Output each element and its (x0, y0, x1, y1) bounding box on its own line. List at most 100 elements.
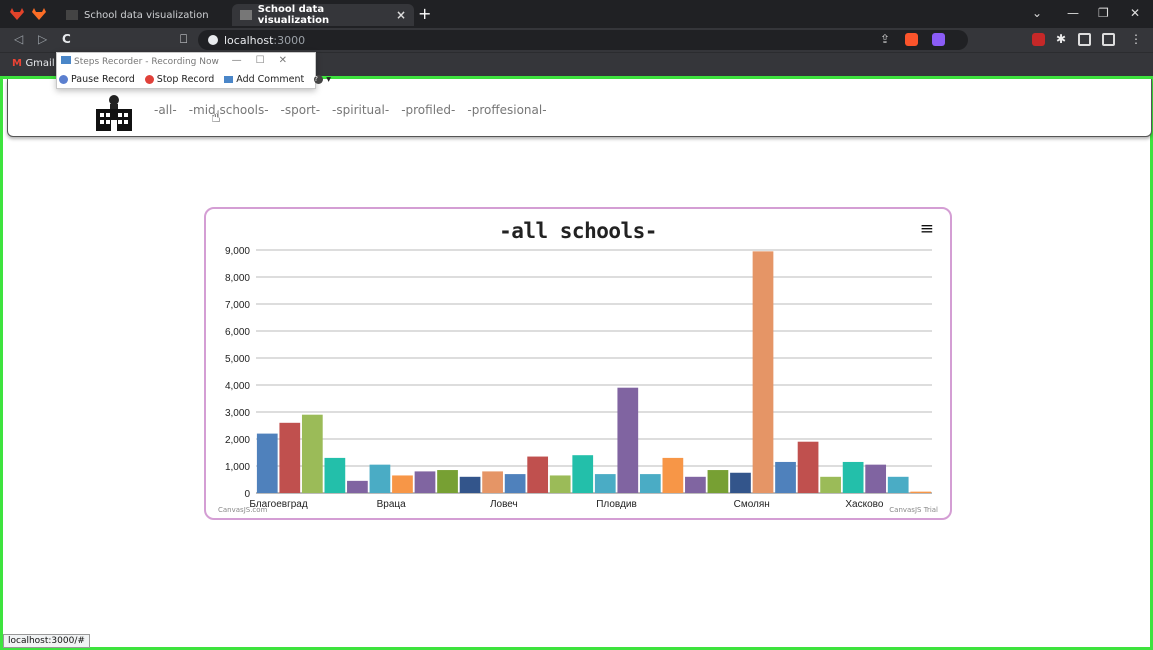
share-icon[interactable]: ⇪ (880, 32, 890, 46)
y-tick-label: 2,000 (225, 435, 250, 446)
help-icon: ? (314, 75, 324, 84)
bar (572, 455, 594, 493)
help-button[interactable]: ? ▾ (314, 74, 331, 85)
restore-icon[interactable]: ❐ (1098, 6, 1109, 20)
bar (347, 480, 368, 493)
chart-title: -all schools- (499, 219, 657, 243)
window-close-icon[interactable]: ✕ (1130, 6, 1140, 20)
bar (707, 470, 729, 493)
bar (369, 464, 391, 493)
new-tab-button[interactable]: + (418, 4, 431, 23)
y-tick-label: 9,000 (225, 246, 250, 257)
x-tick-label: Пловдив (596, 499, 637, 510)
bar (617, 387, 639, 493)
x-tick-label: Смолян (734, 499, 770, 510)
forward-icon[interactable]: ▷ (38, 32, 47, 46)
bar (797, 441, 819, 493)
y-tick-label: 1,000 (225, 462, 250, 473)
gitlab-icon (10, 8, 24, 20)
school-favicon-icon (240, 10, 252, 20)
stop-icon (144, 75, 154, 84)
school-building-icon[interactable] (96, 93, 132, 131)
brave-rewards-icon[interactable] (932, 33, 945, 46)
status-bar-url: localhost:3000/# (3, 634, 90, 648)
y-tick-label: 3,000 (225, 408, 250, 419)
bar (459, 476, 481, 493)
bar (910, 491, 932, 493)
recorder-icon (61, 56, 71, 64)
bar (865, 464, 887, 493)
bookmark-gmail[interactable]: M Gmail (12, 58, 55, 69)
menu-proffesional[interactable]: -proffesional- (467, 103, 546, 117)
minimize-icon[interactable]: — (1067, 6, 1079, 20)
tab-school-data-2[interactable]: School data visualization × (232, 4, 414, 26)
x-tick-label: Ловеч (490, 499, 518, 510)
back-icon[interactable]: ◁ (14, 32, 23, 46)
tab-school-data-1[interactable]: School data visualization (58, 4, 228, 26)
bar (842, 461, 864, 493)
bar (392, 475, 413, 493)
recorder-title: Steps Recorder - Recording Now (61, 56, 219, 67)
sidebar-icon[interactable] (1078, 33, 1091, 46)
address-bar[interactable]: localhost:3000 (198, 30, 968, 50)
bar (775, 461, 796, 493)
tab-search-icon[interactable]: ⌄ (1032, 6, 1042, 20)
bar (639, 474, 661, 493)
bar (887, 476, 909, 493)
stop-record-button[interactable]: Stop Record (144, 74, 214, 85)
bar (662, 457, 684, 493)
close-tab-icon[interactable]: × (396, 8, 406, 22)
recorder-window-controls[interactable]: —☐✕ (232, 55, 301, 66)
bar (820, 476, 841, 493)
reload-icon[interactable]: C (62, 32, 71, 46)
bar (414, 471, 436, 493)
extension-icon[interactable] (1032, 33, 1045, 46)
menu-icon[interactable]: ⋮ (1130, 32, 1142, 46)
bar-chart: 01,0002,0003,0004,0005,0006,0007,0008,00… (225, 246, 932, 510)
pause-record-button[interactable]: Pause Record (59, 74, 135, 85)
y-tick-label: 8,000 (225, 273, 250, 284)
menu-spiritual[interactable]: -spiritual- (332, 103, 389, 117)
bar (527, 456, 549, 493)
y-tick-label: 7,000 (225, 300, 250, 311)
browser-toolbar: ◁ ▷ C ⎕ localhost:3000 ⇪ ✱ ⋮ (0, 28, 1153, 52)
menu-sport[interactable]: -sport- (281, 103, 321, 117)
browser-tab-bar: School data visualization School data vi… (0, 0, 1153, 28)
menu-all[interactable]: -all- (154, 103, 177, 117)
bar (256, 433, 278, 493)
gmail-icon: M (12, 58, 26, 69)
brave-shield-icon[interactable] (905, 33, 918, 46)
x-tick-label: Хасково (845, 499, 883, 510)
chart-menu-icon[interactable]: ≡ (920, 219, 934, 239)
bar (752, 251, 774, 493)
wallet-icon[interactable] (1102, 33, 1115, 46)
y-tick-label: 5,000 (225, 354, 250, 365)
bar (730, 472, 751, 493)
hand-cursor-icon: ☝ (211, 107, 221, 126)
bookmark-icon[interactable]: ⎕ (180, 32, 187, 47)
gitlab-icon (32, 8, 46, 20)
bar (594, 474, 616, 493)
steps-recorder-window: Steps Recorder - Recording Now —☐✕ Pause… (56, 52, 331, 89)
bar (549, 475, 571, 493)
pause-icon (59, 75, 68, 84)
bar (437, 470, 458, 493)
bar (685, 476, 706, 493)
extensions-puzzle-icon[interactable]: ✱ (1056, 32, 1066, 46)
site-info-icon (208, 35, 218, 45)
favicon-icon (66, 10, 78, 20)
menu-mid-schools[interactable]: -mid schools- (189, 103, 269, 117)
canvasjs-trial-credit[interactable]: CanvasJS Trial (889, 506, 938, 514)
chart-card: 0 1,000 2,000 3,000 4,000 5,000 6,000 7,000 8,00… (204, 207, 952, 520)
bar (482, 471, 503, 493)
bar (279, 422, 301, 493)
bar (301, 414, 323, 493)
canvasjs-credit[interactable]: CanvasJS.com (218, 506, 267, 514)
add-comment-button[interactable]: Add Comment (224, 74, 304, 85)
y-tick-label: 4,000 (225, 381, 250, 392)
bar (504, 474, 526, 493)
bar (324, 457, 346, 493)
y-tick-label: 6,000 (225, 327, 250, 338)
menu-profiled[interactable]: -profiled- (401, 103, 455, 117)
comment-icon (224, 76, 234, 83)
